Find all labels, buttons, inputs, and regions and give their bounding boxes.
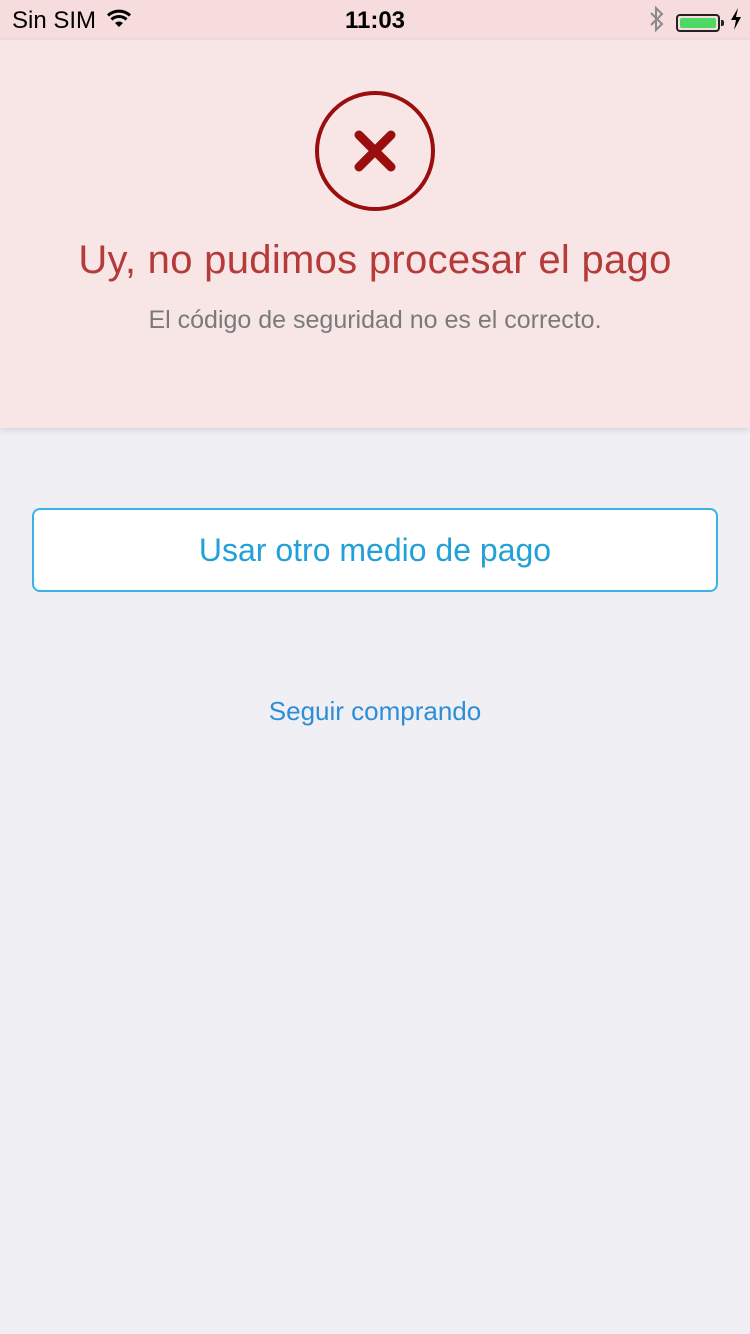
status-time: 11:03	[344, 7, 406, 34]
status-bar: Sin SIM 11:03	[0, 0, 750, 40]
error-banner: Uy, no pudimos procesar el pago El códig…	[0, 40, 750, 428]
charging-bolt-icon	[730, 8, 742, 37]
continue-shopping-link[interactable]: Seguir comprando	[0, 696, 750, 727]
use-other-payment-button[interactable]: Usar otro medio de pago	[32, 508, 718, 592]
battery-level-fill	[680, 17, 716, 28]
close-icon	[354, 130, 396, 172]
error-subtitle: El código de seguridad no es el correcto…	[148, 306, 602, 334]
error-title: Uy, no pudimos procesar el pago	[78, 238, 672, 282]
battery-icon	[676, 13, 724, 32]
bluetooth-icon	[648, 5, 666, 39]
status-right-group	[648, 5, 742, 39]
error-status-icon	[315, 91, 435, 211]
